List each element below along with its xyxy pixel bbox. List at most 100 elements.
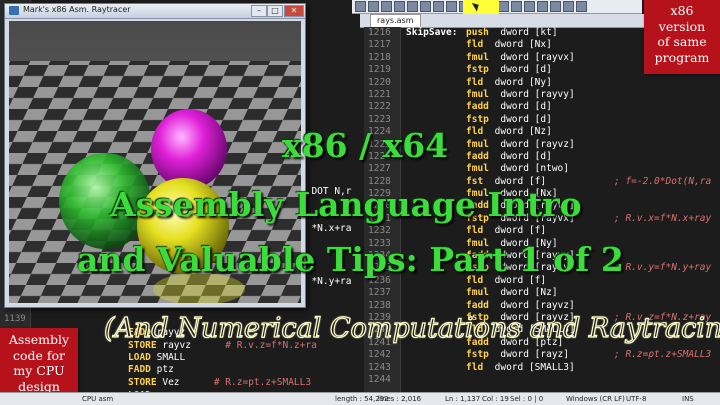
opcode: fld bbox=[466, 39, 484, 51]
status-line-number: Ln : 1,137 bbox=[445, 395, 481, 403]
opcode: FADD bbox=[128, 364, 151, 375]
line-number: 1222 bbox=[368, 101, 391, 113]
code-line[interactable]: 1237 fmul dword [Nz] bbox=[364, 287, 720, 299]
code-line[interactable]: STORE Vez # R.z=pt.z+SMALL3 bbox=[128, 377, 311, 388]
code-line[interactable]: 1232 fld dword [f] bbox=[364, 225, 720, 237]
save-icon[interactable] bbox=[381, 1, 392, 12]
code-line[interactable]: 1238 fadd dword [rayvz] bbox=[364, 300, 720, 312]
code-fragment: *N.x+ray bbox=[300, 223, 358, 234]
instruction: fstp dword [d] bbox=[466, 64, 552, 76]
line-number: 1221 bbox=[368, 88, 391, 100]
close-file-icon[interactable] bbox=[407, 1, 418, 12]
code-line[interactable]: 1221 fmul dword [rayvy] bbox=[364, 89, 720, 101]
line-number: 1232 bbox=[368, 225, 391, 237]
close-button[interactable]: ✕ bbox=[284, 5, 304, 17]
code-line[interactable]: 1220 fld dword [Ny] bbox=[364, 77, 720, 89]
code-line[interactable]: 1227 fmul dword [ntwo] bbox=[364, 163, 720, 175]
code-line[interactable]: 1243 fld dword [SMALL3] bbox=[364, 362, 720, 374]
operands: dword [Nz] bbox=[500, 287, 558, 299]
raytracer-title-bar[interactable]: Mark's x86 Asm. Raytracer – □ ✕ bbox=[5, 4, 305, 19]
window-title: Mark's x86 Asm. Raytracer bbox=[23, 5, 131, 14]
maximize-button[interactable]: □ bbox=[267, 5, 283, 17]
operands: dword [ntwo] bbox=[500, 163, 569, 175]
status-insert-mode: INS bbox=[682, 395, 694, 403]
tab-rays-asm[interactable]: rays.asm bbox=[370, 14, 421, 27]
opcode: fld bbox=[466, 225, 484, 237]
code-comment: # R.z=pt.z+SMALL3 bbox=[213, 377, 312, 388]
opcode: fstp bbox=[466, 113, 489, 125]
play-macro-icon[interactable] bbox=[576, 1, 587, 12]
opcode: fld bbox=[466, 126, 484, 138]
title-line-3: and Valuable Tips: Part 1 of 2 bbox=[77, 240, 624, 279]
instruction: fld dword [Nz] bbox=[466, 126, 552, 138]
line-number: 1139 bbox=[4, 314, 26, 324]
new-file-icon[interactable] bbox=[355, 1, 366, 12]
find-icon[interactable] bbox=[498, 1, 509, 12]
line-number: 1238 bbox=[368, 299, 391, 311]
code-line[interactable]: LOAD SMALL bbox=[128, 352, 220, 363]
line-number: 1216 bbox=[368, 27, 391, 38]
instruction: fmul dword [Nz] bbox=[466, 287, 558, 299]
badge-l-line: Assembly bbox=[8, 332, 70, 347]
title-line-1: x86 / x64 bbox=[282, 126, 449, 165]
badge-l-line: code for bbox=[12, 347, 66, 363]
zoom-in-icon[interactable] bbox=[524, 1, 535, 12]
copy-icon[interactable] bbox=[446, 1, 457, 12]
operands: dword [d] bbox=[500, 113, 552, 125]
operands: dword [rayvz] bbox=[500, 299, 575, 311]
operands: dword [d] bbox=[500, 64, 552, 76]
operands: dword [Nz] bbox=[494, 126, 552, 138]
line-number: 1219 bbox=[368, 64, 391, 76]
instruction: fld dword [f] bbox=[466, 225, 546, 237]
line-number: 1237 bbox=[368, 287, 391, 299]
cut-icon[interactable] bbox=[433, 1, 444, 12]
replace-icon[interactable] bbox=[511, 1, 522, 12]
code-line[interactable]: FADD ptz bbox=[128, 364, 208, 375]
operands: dword [Ny] bbox=[494, 76, 552, 88]
open-file-icon[interactable] bbox=[368, 1, 379, 12]
instruction: fadd dword [d] bbox=[466, 101, 552, 113]
status-encoding: UTF-8 bbox=[626, 395, 647, 403]
save-all-icon[interactable] bbox=[394, 1, 405, 12]
opcode: fmul bbox=[466, 51, 489, 63]
magenta-sphere bbox=[151, 109, 227, 189]
status-file-type: CPU asm bbox=[82, 395, 114, 403]
line-number: 1223 bbox=[368, 113, 391, 125]
operands: ptz bbox=[156, 364, 174, 375]
operands: SMALL bbox=[156, 352, 186, 363]
operands: dword [d] bbox=[500, 101, 552, 113]
opcode: fmul bbox=[466, 163, 489, 175]
operands: dword [rayz] bbox=[500, 349, 569, 361]
line-number: 1243 bbox=[368, 361, 391, 373]
minimize-button[interactable]: – bbox=[251, 5, 267, 17]
line-number: 1244 bbox=[368, 373, 391, 385]
line-number: 1220 bbox=[368, 76, 391, 88]
opcode: STORE bbox=[128, 377, 157, 388]
opcode: fld bbox=[466, 361, 484, 373]
instruction bbox=[466, 374, 477, 386]
code-label: SkipSave: bbox=[406, 27, 458, 38]
code-line[interactable]: 1242 fstp dword [rayz] ; R.z=pt.z+SMALL3 bbox=[364, 349, 720, 361]
record-macro-icon[interactable] bbox=[550, 1, 561, 12]
instruction: fmul dword [ntwo] bbox=[466, 163, 569, 175]
badge-r-line: version bbox=[658, 18, 706, 34]
code-line[interactable]: 1223 fstp dword [d] bbox=[364, 114, 720, 126]
instruction: push dword [kt] bbox=[466, 27, 558, 39]
opcode: fld bbox=[466, 76, 484, 88]
print-icon[interactable] bbox=[420, 1, 431, 12]
code-line[interactable]: 1244 bbox=[364, 374, 720, 386]
code-comment: ; R.v.x=f*N.x+ray bbox=[614, 212, 712, 224]
stop-macro-icon[interactable] bbox=[563, 1, 574, 12]
code-line[interactable]: 1222 fadd dword [d] bbox=[364, 101, 720, 113]
instruction: fstp dword [d] bbox=[466, 114, 552, 126]
zoom-out-icon[interactable] bbox=[537, 1, 548, 12]
